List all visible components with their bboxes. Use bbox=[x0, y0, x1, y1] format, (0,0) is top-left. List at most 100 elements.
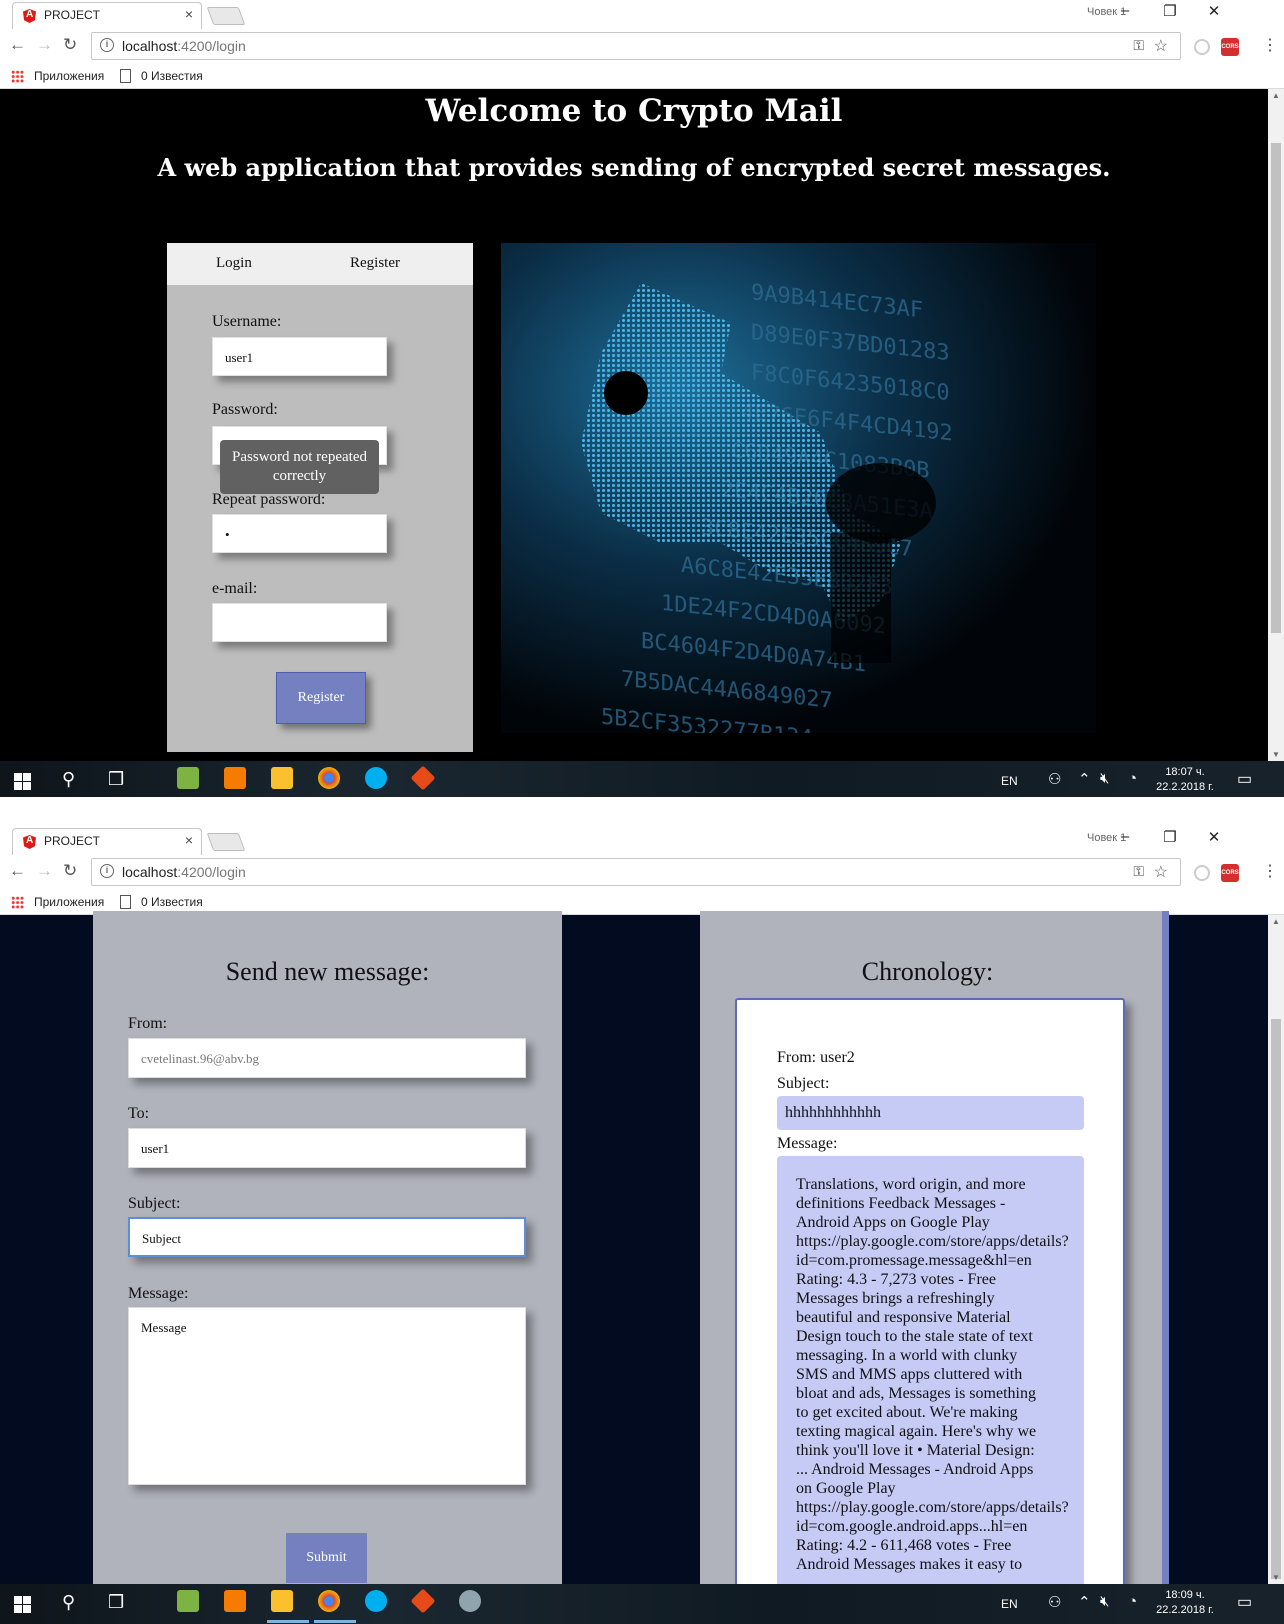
reload-icon[interactable]: ↻ bbox=[63, 35, 77, 55]
windows-start-icon[interactable] bbox=[14, 1596, 31, 1613]
wifi-icon[interactable]: ◔ bbox=[1128, 1593, 1137, 1610]
minimize-icon[interactable]: – bbox=[1105, 2, 1145, 19]
cors-extension-icon[interactable]: CORS bbox=[1221, 38, 1239, 56]
page-scrollbar[interactable]: ▲ ▼ bbox=[1268, 89, 1284, 761]
paint-app-icon[interactable] bbox=[459, 1590, 481, 1612]
message-body-line: id=com.google.android.apps...hl=en bbox=[796, 1518, 1028, 1535]
apps-icon[interactable] bbox=[11, 70, 24, 83]
notifications-icon[interactable]: ▭ bbox=[1237, 769, 1252, 789]
browser-tab[interactable]: PROJECT × bbox=[12, 828, 202, 855]
explorer-app-icon[interactable] bbox=[271, 767, 293, 789]
back-icon[interactable]: ← bbox=[9, 861, 26, 881]
scroll-thumb[interactable] bbox=[1271, 1019, 1281, 1579]
tab-register[interactable]: Register bbox=[350, 255, 400, 272]
tab-login[interactable]: Login bbox=[216, 255, 252, 272]
star-icon[interactable]: ☆ bbox=[1154, 36, 1168, 56]
search-icon[interactable]: ⚲ bbox=[62, 1592, 75, 1613]
page-subtitle: A web application that provides sending … bbox=[157, 153, 1111, 182]
git-app-icon[interactable] bbox=[410, 1588, 436, 1614]
back-icon[interactable]: ← bbox=[9, 35, 26, 55]
scroll-up-icon[interactable]: ▲ bbox=[1272, 917, 1280, 926]
notifications-icon[interactable]: ▭ bbox=[1237, 1592, 1252, 1612]
forward-icon[interactable]: → bbox=[36, 861, 53, 881]
minimize-icon[interactable]: – bbox=[1105, 828, 1145, 845]
bookmark-apps[interactable]: Приложения bbox=[34, 69, 104, 83]
restore-icon[interactable]: ❐ bbox=[1150, 2, 1190, 20]
close-window-icon[interactable]: ✕ bbox=[1194, 2, 1234, 20]
close-window-icon[interactable]: ✕ bbox=[1194, 828, 1234, 846]
search-icon[interactable]: ⚲ bbox=[62, 769, 75, 790]
media-app-icon[interactable] bbox=[224, 1590, 246, 1612]
clock[interactable]: 18:09 ч. 22.2.2018 г. bbox=[1150, 1588, 1220, 1618]
extension-icon[interactable] bbox=[1194, 865, 1210, 881]
task-view-icon[interactable]: ❒ bbox=[108, 769, 124, 790]
message-body-line: texting magical again. Here's why we bbox=[796, 1423, 1037, 1440]
message-body-line: to get excited about. We're making bbox=[796, 1404, 1018, 1421]
chevron-up-icon[interactable]: ⌃ bbox=[1078, 770, 1091, 788]
scroll-up-icon[interactable]: ▲ bbox=[1272, 91, 1280, 100]
from-input[interactable]: cvetelinast.96@abv.bg bbox=[128, 1038, 526, 1078]
message-from: From: user2 bbox=[777, 1049, 855, 1066]
menu-icon[interactable]: ⋮ bbox=[1262, 861, 1278, 881]
email-input[interactable] bbox=[212, 603, 387, 642]
scroll-down-icon[interactable]: ▼ bbox=[1272, 1573, 1280, 1582]
new-tab-button[interactable] bbox=[206, 833, 246, 851]
chevron-up-icon[interactable]: ⌃ bbox=[1078, 1593, 1091, 1611]
bookmark-apps[interactable]: Приложения bbox=[34, 895, 104, 909]
info-icon[interactable]: i bbox=[100, 864, 114, 878]
scroll-thumb[interactable] bbox=[1271, 143, 1281, 633]
repeat-password-input[interactable]: • bbox=[212, 514, 387, 553]
chrome-app-icon[interactable] bbox=[318, 1590, 340, 1612]
language-indicator[interactable]: EN bbox=[1001, 1597, 1018, 1611]
skype-app-icon[interactable] bbox=[365, 767, 387, 789]
explorer-app-icon[interactable] bbox=[271, 1590, 293, 1612]
cors-extension-icon[interactable]: CORS bbox=[1221, 864, 1239, 882]
tab-close-icon[interactable]: × bbox=[185, 6, 193, 22]
scroll-down-icon[interactable]: ▼ bbox=[1272, 750, 1280, 759]
submit-button[interactable]: Submit bbox=[286, 1533, 367, 1583]
key-icon[interactable]: ⚿ bbox=[1133, 37, 1144, 54]
windows-start-icon[interactable] bbox=[14, 773, 31, 790]
info-icon[interactable]: i bbox=[100, 38, 114, 52]
message-textarea[interactable]: Message bbox=[128, 1307, 526, 1485]
to-input[interactable]: user1 bbox=[128, 1128, 526, 1168]
message-body-line: messaging. In a world with clunky bbox=[796, 1347, 1018, 1364]
message-card[interactable]: From: user2 Subject: hhhhhhhhhhhh Messag… bbox=[735, 998, 1125, 1598]
browser-tab[interactable]: PROJECT × bbox=[12, 2, 202, 29]
url-path: :4200/login bbox=[177, 38, 246, 54]
subject-input[interactable]: Subject bbox=[128, 1217, 526, 1257]
forward-icon[interactable]: → bbox=[36, 35, 53, 55]
restore-icon[interactable]: ❐ bbox=[1150, 828, 1190, 846]
clock[interactable]: 18:07 ч. 22.2.2018 г. bbox=[1150, 765, 1220, 795]
key-icon[interactable]: ⚿ bbox=[1133, 863, 1144, 880]
apps-icon[interactable] bbox=[11, 896, 24, 909]
page-scrollbar[interactable]: ▲ ▼ bbox=[1268, 915, 1284, 1584]
notepad-app-icon[interactable] bbox=[177, 1590, 199, 1612]
tab-close-icon[interactable]: × bbox=[185, 832, 193, 848]
new-tab-button[interactable] bbox=[206, 7, 246, 25]
skype-app-icon[interactable] bbox=[365, 1590, 387, 1612]
git-app-icon[interactable] bbox=[410, 765, 436, 791]
reload-icon[interactable]: ↻ bbox=[63, 861, 77, 881]
address-bar[interactable]: i localhost:4200/login ⚿ ☆ bbox=[91, 32, 1181, 60]
menu-icon[interactable]: ⋮ bbox=[1262, 35, 1278, 55]
address-bar[interactable]: i localhost:4200/login ⚿ ☆ bbox=[91, 858, 1181, 886]
people-icon[interactable]: ⚇ bbox=[1048, 1593, 1061, 1611]
angular-icon bbox=[23, 835, 36, 849]
extension-icon[interactable] bbox=[1194, 39, 1210, 55]
volume-icon[interactable]: 🔇︎ bbox=[1100, 1593, 1109, 1610]
message-body-line: Messages brings a refreshingly bbox=[796, 1290, 995, 1307]
task-view-icon[interactable]: ❒ bbox=[108, 1592, 124, 1613]
media-app-icon[interactable] bbox=[224, 767, 246, 789]
wifi-icon[interactable]: ◔ bbox=[1128, 770, 1137, 787]
language-indicator[interactable]: EN bbox=[1001, 774, 1018, 788]
star-icon[interactable]: ☆ bbox=[1154, 862, 1168, 882]
volume-icon[interactable]: 🔇︎ bbox=[1100, 770, 1109, 787]
people-icon[interactable]: ⚇ bbox=[1048, 770, 1061, 788]
bookmark-news[interactable]: 0 Известия bbox=[141, 69, 203, 83]
bookmark-news[interactable]: 0 Известия bbox=[141, 895, 203, 909]
username-input[interactable]: user1 bbox=[212, 337, 387, 376]
notepad-app-icon[interactable] bbox=[177, 767, 199, 789]
chrome-app-icon[interactable] bbox=[318, 767, 340, 789]
register-button[interactable]: Register bbox=[276, 672, 366, 724]
